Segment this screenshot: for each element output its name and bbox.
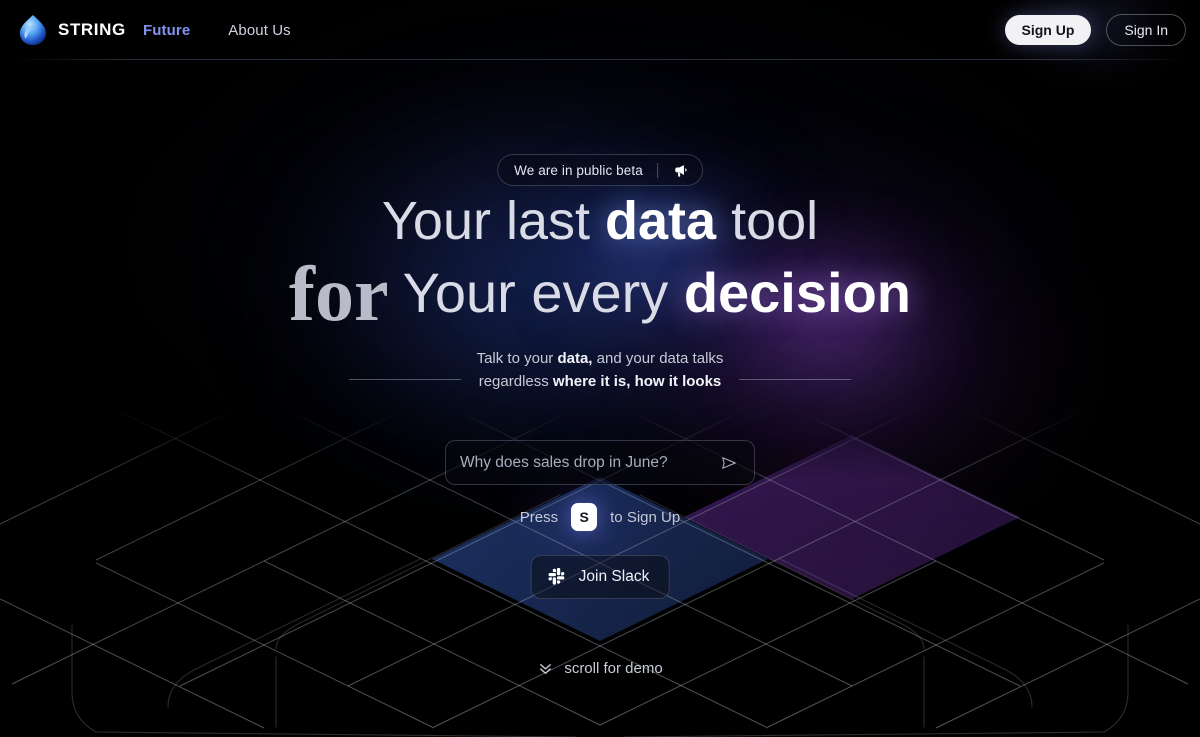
join-slack-button[interactable]: Join Slack (530, 555, 670, 599)
sign-in-button[interactable]: Sign In (1106, 14, 1186, 46)
megaphone-icon (671, 160, 691, 180)
header-divider (16, 59, 1185, 60)
hero-section: We are in public beta Your last data too… (0, 60, 1200, 737)
subtitle-l1-part1: Talk to your (476, 350, 558, 367)
press-key-hint: Press S to Sign Up (0, 503, 1200, 531)
public-beta-badge[interactable]: We are in public beta (497, 154, 703, 186)
keycap-s[interactable]: S (571, 503, 598, 531)
subtitle-rule-right (739, 379, 852, 380)
primary-nav: Future About Us (143, 0, 291, 60)
landing-page: STRING Future About Us Sign Up Sign In W… (0, 0, 1200, 737)
subtitle-l2-emphasis: where it is, how it looks (552, 372, 722, 390)
nav-item-future[interactable]: Future (143, 22, 190, 39)
hero-headline: Your last data tool for Your every decisi… (0, 193, 1200, 333)
headline-l1-emphasis: data (605, 191, 717, 251)
chevron-double-down-icon (537, 660, 554, 677)
brand-name: STRING (58, 20, 126, 39)
hero-subtitle-row: Talk to your data, and your data talks r… (0, 348, 1200, 393)
headline-l2-serif: for (289, 250, 389, 338)
string-droplet-logo-icon (16, 13, 50, 47)
site-header: STRING Future About Us Sign Up Sign In (0, 0, 1200, 60)
headline-line-2: for Your every decision (0, 255, 1200, 333)
headline-l1-part1: Your last (381, 191, 606, 251)
join-slack-label: Join Slack (578, 568, 650, 585)
nav-item-about-us[interactable]: About Us (228, 22, 291, 39)
press-suffix-label: to Sign Up (610, 508, 681, 526)
slack-icon (548, 567, 568, 587)
headline-l1-part2: tool (716, 191, 819, 251)
prompt-input[interactable] (460, 453, 718, 472)
brand-logo-link[interactable]: STRING (16, 6, 126, 54)
sign-up-button[interactable]: Sign Up (1004, 15, 1092, 45)
send-paper-plane-icon[interactable] (718, 452, 740, 474)
auth-actions: Sign Up Sign In (1004, 0, 1186, 60)
subtitle-rule-left (348, 379, 461, 380)
badge-divider (656, 162, 658, 178)
subtitle-line-2: regardless where it is, how it looks (477, 371, 724, 394)
public-beta-label: We are in public beta (514, 162, 643, 178)
hero-subtitle: Talk to your data, and your data talks r… (477, 348, 724, 393)
subtitle-line-1: Talk to your data, and your data talks (477, 348, 724, 371)
subtitle-l2-part1: regardless (478, 372, 553, 390)
headline-l2-part1: Your every (402, 261, 684, 325)
subtitle-l1-emphasis: data, (557, 350, 593, 367)
scroll-for-demo-label: scroll for demo (564, 660, 663, 677)
prompt-input-container[interactable] (445, 440, 755, 485)
scroll-for-demo[interactable]: scroll for demo (0, 660, 1200, 677)
press-prefix-label: Press (519, 508, 559, 526)
headline-l2-emphasis: decision (683, 261, 911, 325)
headline-line-1: Your last data tool (0, 193, 1200, 249)
subtitle-l1-part2: and your data talks (592, 350, 724, 367)
